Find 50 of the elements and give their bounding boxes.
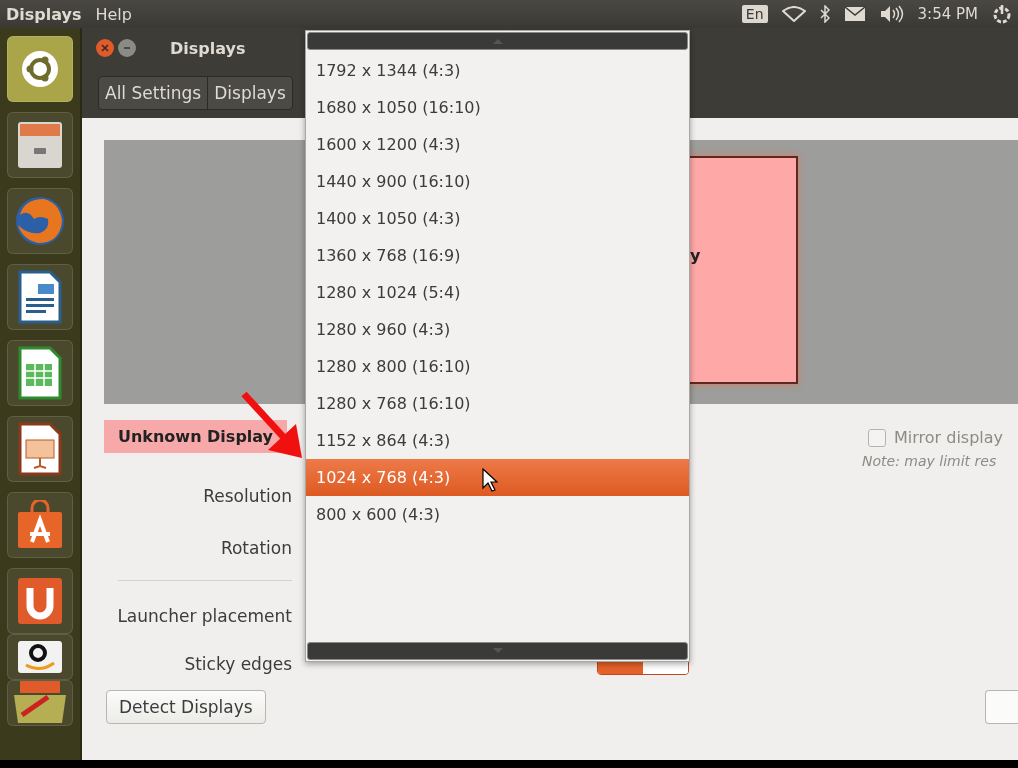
scroll-up-button[interactable] (307, 32, 688, 50)
minimize-icon (123, 44, 131, 52)
power-gear-icon[interactable] (992, 4, 1012, 24)
mirror-label: Mirror display (894, 428, 1004, 447)
volume-icon[interactable] (879, 5, 904, 23)
keyboard-indicator[interactable]: En (741, 5, 768, 23)
setting-label: Resolution (202, 486, 292, 506)
breadcrumb-button[interactable]: Displays (207, 77, 292, 109)
ubuntu-logo-icon (20, 49, 60, 89)
presentation-icon (18, 422, 62, 476)
launcher-item[interactable] (7, 264, 73, 330)
setting-label: Sticky edges (183, 654, 292, 674)
breadcrumb-button[interactable]: All Settings (99, 77, 208, 109)
up-triangle-icon (492, 38, 503, 44)
app-name: Displays (6, 4, 82, 24)
bluetooth-icon[interactable] (819, 5, 830, 23)
setting-label: Launcher placement (116, 606, 292, 626)
menu-item[interactable]: 800 x 600 (4:3) (306, 496, 689, 533)
launcher-item[interactable] (7, 568, 73, 634)
launcher-item[interactable] (7, 112, 73, 178)
monitor-label: y (690, 245, 701, 265)
close-button[interactable] (96, 39, 114, 57)
mirror-checkbox[interactable] (868, 428, 886, 447)
launcher-item[interactable] (7, 634, 73, 680)
menu-item[interactable]: Help (95, 4, 132, 24)
window-title: Displays (170, 38, 246, 58)
menu-item[interactable]: 1152 x 864 (4:3) (306, 422, 689, 459)
detect-displays-button[interactable]: Detect Displays (106, 690, 266, 724)
note-text: Note: may limit res (862, 453, 998, 469)
display-name-label: Unknown Display (104, 420, 287, 453)
mouse-cursor-icon (482, 468, 498, 492)
launcher-item[interactable] (7, 416, 73, 482)
mail-icon[interactable] (843, 6, 866, 22)
launcher-item[interactable] (7, 492, 73, 558)
document-icon (18, 270, 62, 324)
launcher-item[interactable] (7, 340, 73, 406)
shopping-bag-icon (16, 500, 64, 550)
setting-label: Rotation (219, 538, 292, 558)
file-cabinet-icon (16, 120, 64, 170)
down-triangle-icon (492, 648, 503, 654)
close-icon (101, 44, 109, 52)
globe-fox-icon (14, 195, 66, 247)
spreadsheet-icon (18, 346, 62, 400)
menu-item[interactable]: 1792 x 1344 (4:3) (306, 52, 689, 89)
u-letter-tile-icon (16, 576, 64, 626)
menu-item[interactable]: 1680 x 1050 (16:10) (306, 89, 689, 126)
wifi-icon[interactable] (781, 6, 806, 22)
minimize-button[interactable] (118, 39, 136, 57)
clock: 3:54 PM (917, 5, 978, 23)
menu-item[interactable]: 1280 x 768 (16:10) (306, 385, 689, 422)
